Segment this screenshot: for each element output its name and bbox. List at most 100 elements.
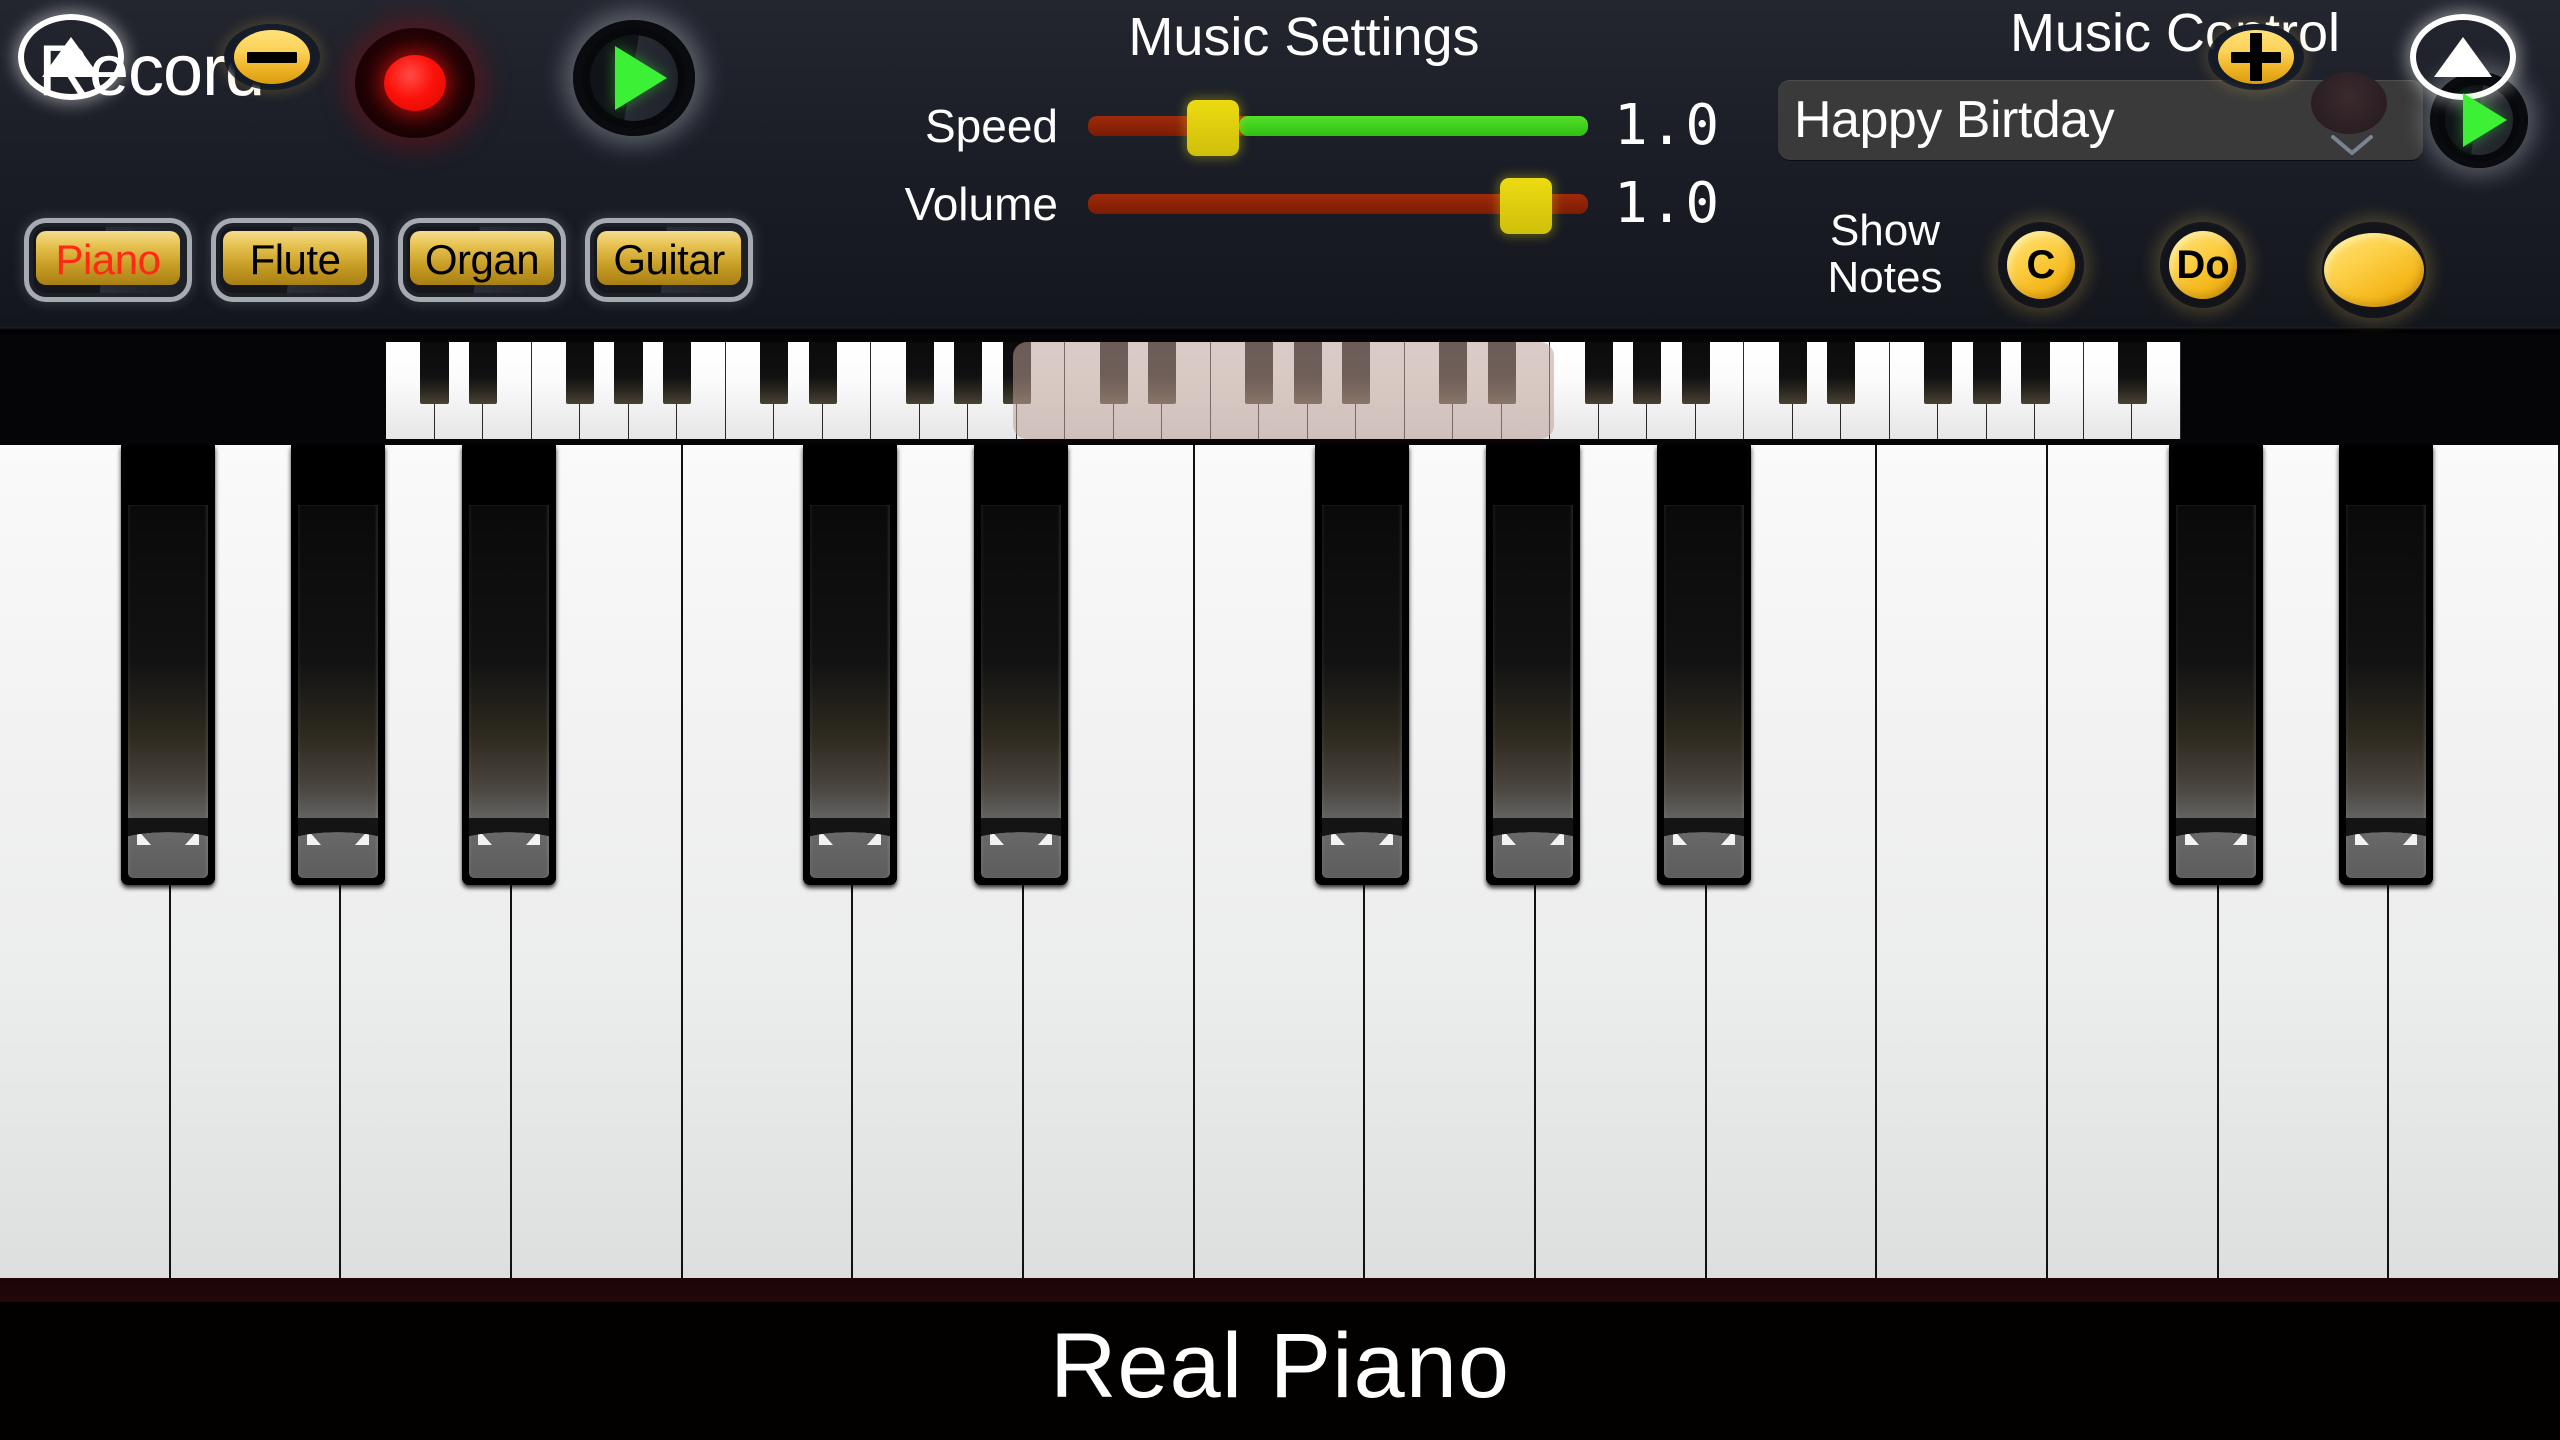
mini-black-key[interactable] (954, 342, 983, 404)
black-key-glint (819, 829, 834, 845)
triangle-up-circle-icon (2434, 37, 2492, 77)
black-key-glint (1549, 829, 1564, 845)
black-key-glint (1502, 829, 1517, 845)
black-key-face (1322, 505, 1403, 878)
mini-black-key[interactable] (905, 342, 934, 404)
black-key[interactable] (803, 445, 898, 885)
mini-black-key[interactable] (1681, 342, 1710, 404)
instrument-button-piano[interactable]: Piano (24, 218, 192, 302)
mini-black-key[interactable] (614, 342, 643, 404)
note-letter-button[interactable]: C (1998, 222, 2084, 308)
speed-slider[interactable] (1088, 100, 1588, 156)
show-notes-label: Show Notes (1827, 206, 1943, 302)
song-select-knob (2311, 72, 2387, 134)
black-key-face (2346, 505, 2427, 878)
black-key[interactable] (974, 445, 1068, 885)
white-key[interactable] (1877, 445, 2048, 1300)
play-triangle-icon (615, 46, 667, 110)
black-key[interactable] (1486, 445, 1580, 885)
black-key-face (1663, 505, 1744, 878)
note-solfege-label: Do (2169, 231, 2237, 299)
mini-black-key[interactable] (1778, 342, 1807, 404)
black-key-face (981, 505, 1061, 878)
mini-black-key[interactable] (1633, 342, 1662, 404)
instrument-label: Piano (55, 236, 161, 283)
note-solfege-button[interactable]: Do (2160, 222, 2246, 308)
minus-icon (234, 30, 310, 84)
mini-black-key[interactable] (2021, 342, 2050, 404)
slider-knob[interactable] (1500, 178, 1553, 234)
black-key-face (810, 505, 891, 878)
mini-black-key[interactable] (663, 342, 692, 404)
black-key[interactable] (120, 445, 215, 885)
black-key-glint (478, 829, 493, 845)
speed-value: 1.0 (1614, 93, 1722, 158)
mini-black-key[interactable] (1924, 342, 1953, 404)
instrument-label: Flute (249, 236, 341, 283)
black-key-glint (355, 829, 370, 845)
speed-slider-row: Speed 1.0 (880, 93, 1722, 158)
black-key-glint (2355, 829, 2370, 845)
black-key-face (2175, 505, 2256, 878)
record-dot-icon (384, 55, 446, 111)
mini-black-key[interactable] (420, 342, 449, 404)
volume-label: Volume (904, 178, 1058, 230)
black-key[interactable] (291, 445, 386, 885)
mini-black-key[interactable] (468, 342, 498, 404)
octave-up-right-button[interactable] (2410, 14, 2516, 100)
mini-black-key[interactable] (565, 342, 595, 404)
mini-black-key[interactable] (2118, 342, 2147, 404)
black-key-face (127, 505, 208, 878)
music-settings-title: Music Settings (1128, 7, 1480, 67)
note-letter-label: C (2007, 231, 2075, 299)
mini-black-key[interactable] (1584, 342, 1613, 404)
zoom-out-button[interactable] (224, 24, 320, 90)
instrument-button-guitar[interactable]: Guitar (585, 218, 753, 302)
app-footer: Real Piano (0, 1278, 2560, 1440)
mini-keyboard-selection[interactable] (1012, 342, 1555, 439)
volume-slider-row: Volume 1.0 (880, 171, 1722, 236)
piano-keyboard[interactable] (0, 445, 2560, 1300)
black-key-face (1493, 505, 1573, 878)
black-key[interactable] (1315, 445, 1410, 885)
mini-black-key[interactable] (808, 342, 837, 404)
volume-value: 1.0 (1614, 171, 1722, 236)
mini-black-key[interactable] (1972, 342, 2001, 404)
plus-icon (2218, 30, 2294, 84)
zoom-in-button[interactable] (2208, 24, 2304, 90)
instrument-button-flute[interactable]: Flute (211, 218, 379, 302)
black-key[interactable] (462, 445, 556, 885)
black-key-glint (1379, 829, 1394, 845)
instrument-selector: Piano Flute Organ Guitar (24, 218, 753, 302)
real-piano-app: Record Piano Flute Organ Guitar Music Se… (0, 0, 2560, 1440)
record-button[interactable] (355, 28, 475, 138)
black-key-face (469, 505, 549, 878)
black-key-glint (307, 829, 322, 845)
black-key[interactable] (2339, 445, 2434, 885)
black-key[interactable] (2168, 445, 2263, 885)
note-off-label (2324, 233, 2424, 307)
black-key-glint (525, 829, 540, 845)
app-title: Real Piano (1049, 1315, 1511, 1417)
slider-fill (1238, 116, 1588, 136)
instrument-button-organ[interactable]: Organ (398, 218, 566, 302)
black-key-glint (867, 829, 882, 845)
record-play-button[interactable] (573, 20, 695, 136)
mini-black-key[interactable] (760, 342, 789, 404)
mini-black-key[interactable] (1827, 342, 1856, 404)
black-key-glint (2232, 829, 2247, 845)
black-key-glint (184, 829, 199, 845)
play-triangle-icon (2463, 93, 2507, 147)
volume-slider[interactable] (1088, 178, 1588, 234)
song-select-value: Happy Birtday (1794, 91, 2115, 149)
song-select[interactable]: Happy Birtday (1778, 72, 2423, 160)
black-key[interactable] (1656, 445, 1751, 885)
black-key-glint (1720, 829, 1735, 845)
black-key-glint (990, 829, 1005, 845)
octave-up-left-button[interactable] (18, 14, 124, 100)
music-control-title: Music Control (2009, 3, 2341, 63)
black-key-glint (2403, 829, 2418, 845)
slider-knob[interactable] (1186, 100, 1239, 156)
note-off-button[interactable] (2322, 222, 2426, 318)
black-key-face (298, 505, 379, 878)
